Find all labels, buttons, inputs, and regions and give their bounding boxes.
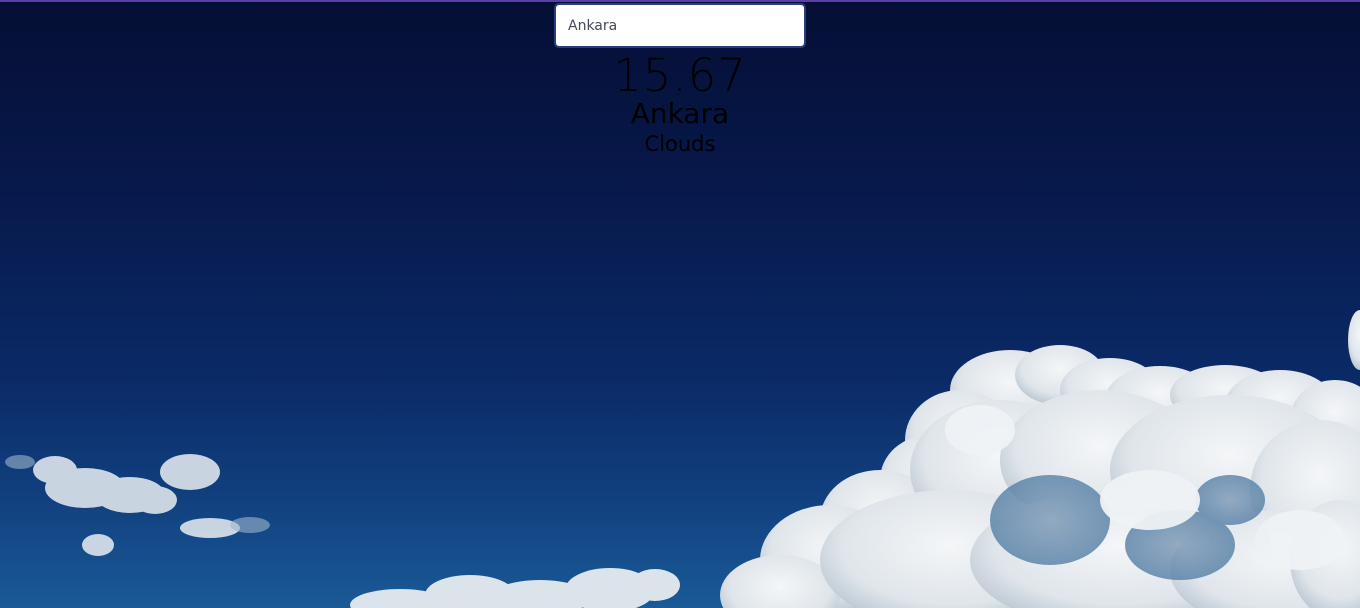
city-search-input[interactable] [554, 3, 806, 48]
weather-condition: Clouds [644, 132, 716, 156]
small-cloud-bottom [350, 568, 680, 608]
small-cloud-left [33, 454, 240, 556]
temperature-value: 15.67 [613, 49, 747, 102]
top-border-line [0, 0, 1360, 2]
weather-app: 15.67 Ankara Clouds [0, 0, 1360, 608]
city-name: Ankara [630, 97, 730, 130]
weather-info: 15.67 Ankara Clouds [480, 50, 880, 158]
